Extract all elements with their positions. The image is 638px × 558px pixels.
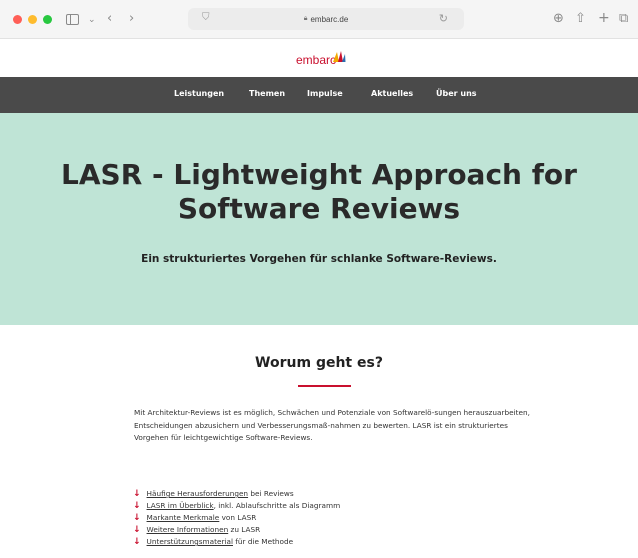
- lock-icon: 🔒︎: [303, 15, 308, 22]
- anchor-link-list: ↓ Häufige Herausforderungen bei Reviews ↓…: [133, 488, 340, 548]
- link-merkmale[interactable]: Markante Merkmale: [147, 513, 220, 522]
- site-header: embarc: [0, 39, 638, 77]
- logo-text[interactable]: embarc: [296, 53, 336, 67]
- arrow-down-icon: ↓: [133, 513, 141, 523]
- arrow-down-icon: ↓: [133, 501, 141, 511]
- list-item-text: zu LASR: [228, 525, 261, 534]
- share-icon[interactable]: ⇧: [575, 10, 586, 28]
- new-tab-icon[interactable]: +: [598, 9, 610, 27]
- main-navigation: Leistungen Themen Impulse Aktuelles Über…: [0, 77, 638, 113]
- link-herausforderungen[interactable]: Häufige Herausforderungen: [147, 489, 249, 498]
- hero-banner: LASR - Lightweight Approach for Software…: [0, 113, 638, 325]
- reload-icon[interactable]: ↻: [439, 12, 448, 25]
- list-item: ↓ Markante Merkmale von LASR: [133, 512, 340, 524]
- nav-item-aktuelles[interactable]: Aktuelles: [371, 89, 413, 98]
- page-title: LASR - Lightweight Approach for Software…: [61, 158, 577, 225]
- arrow-down-icon: ↓: [133, 537, 141, 547]
- link-weitere-informationen[interactable]: Weitere Informationen: [147, 525, 229, 534]
- link-unterstuetzungsmaterial[interactable]: Unterstützungsmaterial: [147, 537, 233, 546]
- back-icon[interactable]: ‹: [107, 10, 112, 28]
- url-text: embarc.de: [310, 14, 349, 24]
- forward-icon[interactable]: ›: [129, 10, 134, 28]
- link-ueberblick[interactable]: LASR im Überblick: [147, 501, 214, 510]
- nav-item-leistungen[interactable]: Leistungen: [174, 89, 224, 98]
- page-subtitle: Ein strukturiertes Vorgehen für schlanke…: [141, 253, 497, 265]
- nav-item-ueber-uns[interactable]: Über uns: [436, 89, 477, 98]
- list-item-text: bei Reviews: [248, 489, 294, 498]
- minimize-window-button[interactable]: [28, 15, 37, 24]
- browser-toolbar: ⌄ ‹ › ⛉ 🔒︎ embarc.de ↻ ⊕ ⇧ + ⧉: [0, 0, 638, 39]
- nav-item-themen[interactable]: Themen: [249, 89, 285, 98]
- shield-icon[interactable]: ⛉: [202, 12, 210, 23]
- chevron-down-icon[interactable]: ⌄: [88, 11, 96, 29]
- logo-icon[interactable]: [332, 50, 346, 63]
- nav-item-impulse[interactable]: Impulse: [307, 89, 343, 98]
- intro-paragraph: Mit Architektur-Reviews ist es möglich, …: [134, 408, 530, 442]
- list-item-text: , inkl. Ablaufschritte als Diagramm: [213, 501, 341, 510]
- address-bar[interactable]: ⛉ 🔒︎ embarc.de ↻: [188, 8, 464, 30]
- arrow-down-icon: ↓: [133, 489, 141, 499]
- sidebar-icon[interactable]: [66, 14, 79, 25]
- close-window-button[interactable]: [13, 15, 22, 24]
- section-heading: Worum geht es?: [255, 355, 383, 371]
- list-item-text: von LASR: [219, 513, 257, 522]
- arrow-down-icon: ↓: [133, 525, 141, 535]
- list-item: ↓ Unterstützungsmaterial für die Methode: [133, 536, 340, 548]
- window-controls: [13, 15, 52, 24]
- heading-divider: [298, 385, 351, 387]
- list-item: ↓ Häufige Herausforderungen bei Reviews: [133, 488, 340, 500]
- list-item-text: für die Methode: [232, 537, 294, 546]
- list-item: ↓ LASR im Überblick, inkl. Ablaufschritte…: [133, 500, 340, 512]
- tabs-icon[interactable]: ⧉: [619, 10, 628, 28]
- download-icon[interactable]: ⊕: [553, 10, 564, 28]
- list-item: ↓ Weitere Informationen zu LASR: [133, 524, 340, 536]
- zoom-window-button[interactable]: [43, 15, 52, 24]
